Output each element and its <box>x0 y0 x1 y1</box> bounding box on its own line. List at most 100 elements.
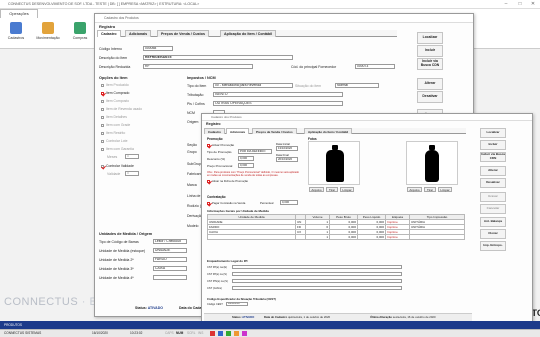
situacao-label: Situação do item <box>295 84 322 88</box>
data-final-input[interactable]: 20/10/2020 <box>276 157 298 162</box>
foto-2-frame <box>406 141 458 185</box>
app-icon-1[interactable] <box>210 331 215 336</box>
cst-pis-select[interactable] <box>232 279 402 283</box>
alterar-button[interactable]: Alterar <box>417 78 443 90</box>
minimize-icon[interactable]: – <box>500 0 512 9</box>
pis-label: Pis / Cofins <box>187 102 205 106</box>
tipo-codbarras-input[interactable]: Leitor / Checkout <box>153 239 187 244</box>
chk-pagar-comissao[interactable]: Pagar Comissão na Venda <box>207 201 245 205</box>
situacao-select[interactable]: Normal <box>335 83 379 88</box>
cadastros-button[interactable]: Cadastros <box>2 22 30 46</box>
tributacao-select[interactable]: ISENTO <box>213 92 343 97</box>
app-icon-5[interactable] <box>242 331 247 336</box>
table-row[interactable]: 1 0,000 0,000 Imprime <box>207 234 465 240</box>
d2-incluir-button[interactable]: Incluir <box>480 140 506 150</box>
chk-item-composto[interactable]: Item Composto <box>101 99 129 103</box>
status-scrl: SCRL <box>187 331 196 335</box>
unidade-2-input[interactable]: FARDO <box>153 257 187 262</box>
foto2-tirar-button[interactable]: Tirar <box>424 187 436 192</box>
chk-item-restrito[interactable]: Item Restrito <box>101 131 125 135</box>
d2-cancelar-button[interactable]: Cancelar <box>480 204 506 214</box>
movimentacao-button[interactable]: Movimentação <box>32 22 64 46</box>
cst-pis-label: CST PIS(s) na (S) <box>207 280 228 283</box>
desconto-input[interactable]: 0,000 <box>238 156 254 161</box>
chk-controlar-validade[interactable]: Controlar Validade <box>101 164 134 168</box>
meses-input[interactable]: 0 <box>125 154 139 159</box>
chk-item-detalhes[interactable]: Item Detalhes <box>101 115 127 119</box>
codigo-input[interactable]: 000058 <box>143 46 173 51</box>
unidade-4-input[interactable] <box>153 275 187 280</box>
tab2-precos[interactable]: Preços de Venda / Custos <box>252 128 297 134</box>
data-inicial-input[interactable]: 13/10/2020 <box>276 146 298 151</box>
d2-alterar-button[interactable]: Alterar <box>480 166 506 176</box>
compras-button[interactable]: Compras <box>66 22 94 46</box>
chk-controlar-lote[interactable]: Controlar Lote <box>101 139 128 143</box>
d2-balanca-button[interactable]: Ant. Balança <box>480 217 506 227</box>
registro-label-2: Registro <box>206 122 221 126</box>
chk-item-produzido[interactable]: Item Produzido <box>101 83 129 87</box>
tab-aplicacao[interactable]: Aplicação do Item / Contábil <box>220 30 277 37</box>
tipo-promocao-select[interactable]: POR DIA DEFINIDO <box>238 149 272 154</box>
marca-label: Marca <box>187 183 197 187</box>
d2-entrepo-button[interactable]: Imp. Entrepo. <box>480 241 506 251</box>
preco-promo-input[interactable]: 0,000 <box>238 163 254 168</box>
unidade-estoque-input[interactable]: UNIDADE <box>153 248 187 253</box>
d2-incluir-cdn-button[interactable]: Incluir via Busca CDN <box>480 152 506 162</box>
unidade-3-input[interactable]: CAIXA <box>153 266 187 271</box>
tab2-cadastro[interactable]: Cadastro <box>204 128 226 134</box>
close-icon[interactable]: ✕ <box>527 0 539 9</box>
tab-adicionais[interactable]: Adicionais <box>125 30 152 37</box>
cst-cofins-select[interactable] <box>232 286 402 290</box>
chk-item-revenda[interactable]: Item de Revenda usado <box>101 107 142 111</box>
foto1-limpar-button[interactable]: Limpar <box>340 187 354 192</box>
app-icon-4[interactable] <box>234 331 239 336</box>
validade-input[interactable]: 0 <box>125 171 139 176</box>
tab2-adicionais[interactable]: Adicionais <box>226 128 250 134</box>
pis-select[interactable]: OUTRAS OPERAÇÕES <box>213 101 343 106</box>
foto2-limpar-button[interactable]: Limpar <box>438 187 452 192</box>
tab-precos[interactable]: Preços de Venda / Custos <box>157 30 209 37</box>
incluir-button[interactable]: Incluir <box>417 45 443 57</box>
desativar-button[interactable]: Desativar <box>417 91 443 103</box>
status-label-1: Status: ATIVADO <box>135 306 163 310</box>
d2-desativar-button[interactable]: Desativar <box>480 178 506 188</box>
status-date: 16/10/2020 <box>92 331 108 335</box>
tab2-aplicacao[interactable]: Aplicação do Item / Contábil <box>304 128 353 134</box>
tab-cadastro[interactable]: Cadastro <box>97 30 121 37</box>
percentual-input[interactable]: 0,000 <box>280 200 298 205</box>
d2-gravar-button[interactable]: Gravar <box>480 192 506 202</box>
d2-localizar-button[interactable]: Localizar <box>480 128 506 138</box>
chk-ativar-ficha[interactable]: Ativar na Ficha de Promoção <box>207 179 248 183</box>
cod-fornecedor-input[interactable]: 000073 <box>355 64 395 69</box>
cst-ipi-s-select[interactable] <box>232 272 402 276</box>
maximize-icon[interactable]: □ <box>514 0 526 9</box>
module-status-bar: PRODUTOS <box>0 321 540 329</box>
app-icon-3[interactable] <box>226 331 231 336</box>
cst-ipi-e-select[interactable] <box>232 265 402 269</box>
movimentacao-label: Movimentação <box>36 36 60 40</box>
incluir-cdn-button[interactable]: Incluir via Busca CDN <box>417 58 443 70</box>
reduzida-input[interactable]: RF <box>143 64 253 69</box>
cest-input[interactable]: 03.001.00 <box>226 302 248 306</box>
descricao-input[interactable]: REFRIGERANTE <box>143 55 293 60</box>
tipo-promocao-label: Tipo de Promoção <box>207 150 232 154</box>
tab-operacoes[interactable]: Operações <box>0 9 38 18</box>
tabs-row-2: Cadastro Adicionais Preços de Venda / Cu… <box>204 128 466 134</box>
secao-label: Seção <box>187 143 197 147</box>
chk-item-comprado[interactable]: Item Comprado <box>101 91 129 95</box>
foto1-tirar-button[interactable]: Tirar <box>326 187 338 192</box>
foto2-arquivo-button[interactable]: Arquivo <box>407 187 422 192</box>
foto1-arquivo-button[interactable]: Arquivo <box>309 187 324 192</box>
localizar-button[interactable]: Localizar <box>417 32 443 44</box>
preco-promo-label: Preço Promocional <box>207 164 233 168</box>
d2-clonar-button[interactable]: Clonar <box>480 229 506 239</box>
promocao-obs: Obs.: Para produtos com "Preço Promocion… <box>207 171 299 177</box>
tipo-item-select[interactable]: 00 - Mercadoria para Revenda <box>213 83 293 88</box>
chk-ativar-promocao[interactable]: Ativar Promoção <box>207 143 234 147</box>
reduzida-label: Descrição Reduzida <box>99 65 131 69</box>
chk-item-garantia[interactable]: Item com Garantia <box>101 147 134 151</box>
meses-label: Meses <box>107 155 118 159</box>
dialog-title: Cadastro dos Produtos <box>95 14 473 23</box>
chk-item-grade[interactable]: Item com Grade <box>101 123 130 127</box>
app-icon-2[interactable] <box>218 331 223 336</box>
